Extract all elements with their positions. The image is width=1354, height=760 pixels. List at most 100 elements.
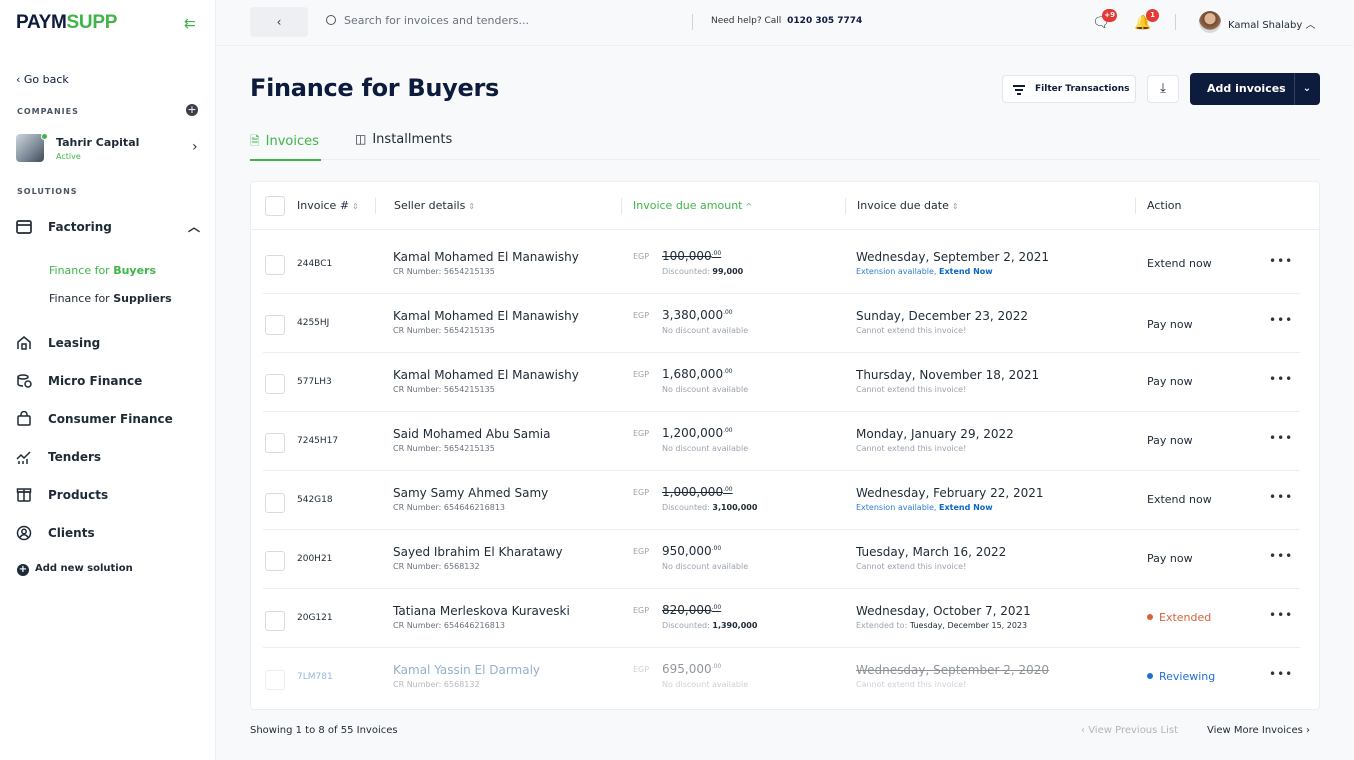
discount-info: No discount available [662, 562, 749, 571]
user-avatar[interactable] [1199, 11, 1221, 33]
row-checkbox[interactable] [265, 611, 285, 631]
nav-item-products[interactable]: Products [16, 485, 206, 507]
column-invoice[interactable]: Invoice # ⇕ [297, 199, 359, 212]
back-button[interactable]: ‹ [250, 7, 308, 37]
nav-label: Products [48, 488, 109, 502]
view-previous-list-link[interactable]: ‹ View Previous List [1081, 725, 1178, 736]
due-note: Cannot extend this invoice! [856, 680, 967, 689]
seller-name: Said Mohamed Abu Samia [393, 427, 551, 441]
row-checkbox[interactable] [265, 315, 285, 335]
table-row[interactable]: 542G18 Samy Samy Ahmed Samy CR Number: 6… [251, 471, 1321, 530]
filter-transactions-button[interactable]: Filter Transactions [1002, 75, 1136, 103]
column-amount[interactable]: Invoice due amount ^ [633, 199, 752, 212]
row-checkbox[interactable] [265, 433, 285, 453]
discount-info: No discount available [662, 444, 749, 453]
online-status-dot [41, 133, 48, 140]
column-seller[interactable]: Seller details ⇕ [394, 199, 475, 212]
nav-item-leasing[interactable]: Leasing [16, 333, 206, 355]
collapse-sidebar-icon[interactable]: ⇇ [184, 16, 196, 32]
search-icon [326, 15, 336, 25]
nav-label: Consumer Finance [48, 412, 173, 426]
user-menu[interactable]: Kamal Shalaby ︿ [1228, 16, 1316, 31]
chevron-right-icon: › [1302, 725, 1311, 736]
row-checkbox[interactable] [265, 493, 285, 513]
extend-now-button[interactable]: Extend now [1147, 493, 1212, 506]
go-back-link[interactable]: ‹ Go back [16, 73, 69, 86]
extend-now-link[interactable]: Extend Now [939, 503, 993, 512]
amount: 820,000.00 [662, 603, 722, 617]
view-more-invoices-link[interactable]: View More Invoices › [1207, 725, 1310, 736]
messages-badge: +9 [1102, 9, 1117, 22]
more-options-icon[interactable]: ••• [1269, 372, 1293, 386]
row-checkbox[interactable] [265, 255, 285, 275]
tab-installments[interactable]: ◫ Installments [355, 132, 452, 147]
company-status: Active [56, 152, 81, 161]
invoice-number: 577LH3 [297, 377, 332, 387]
download-button[interactable]: ⤓ [1147, 75, 1179, 103]
divider [375, 198, 376, 214]
nav-item-clients[interactable]: Clients [16, 523, 206, 545]
help-phone[interactable]: 0120 305 7774 [787, 16, 862, 26]
row-checkbox[interactable] [265, 670, 285, 690]
add-invoices-button[interactable]: Add invoices ⌄ [1190, 73, 1320, 105]
consumer-finance-icon [17, 411, 31, 426]
add-invoices-dropdown-chevron-icon[interactable]: ⌄ [1294, 73, 1320, 105]
seller-name: Tatiana Merleskova Kuraveski [393, 604, 570, 618]
table-row[interactable]: 7LM781 Kamal Yassin El Darmaly CR Number… [251, 648, 1321, 707]
seller-name: Sayed Ibrahim El Kharatawy [393, 545, 563, 559]
table-row[interactable]: 577LH3 Kamal Mohamed El Manawishy CR Num… [251, 353, 1321, 412]
installments-icon: ◫ [355, 132, 367, 146]
extend-now-link[interactable]: Extend Now [939, 267, 993, 276]
extend-now-button[interactable]: Extend now [1147, 257, 1212, 270]
table-row[interactable]: 200H21 Sayed Ibrahim El Kharatawy CR Num… [251, 530, 1321, 589]
invoice-number: 7LM781 [297, 672, 333, 682]
table-row[interactable]: 7245H17 Said Mohamed Abu Samia CR Number… [251, 412, 1321, 471]
nav-item-consumer-finance[interactable]: Consumer Finance [16, 409, 206, 431]
more-options-icon[interactable]: ••• [1269, 313, 1293, 327]
currency: EGP [633, 488, 650, 497]
due-date: Wednesday, September 2, 2021 [856, 250, 1050, 264]
sub-item-finance-suppliers[interactable]: Finance for Suppliers [49, 292, 172, 305]
pay-now-button[interactable]: Pay now [1147, 434, 1193, 447]
app-logo[interactable]: PAYMSUPP [16, 12, 117, 34]
currency: EGP [633, 665, 650, 674]
discount-info: No discount available [662, 385, 749, 394]
pay-now-button[interactable]: Pay now [1147, 552, 1193, 565]
messages-icon[interactable]: 🗨 +9 [1092, 9, 1117, 32]
currency: EGP [633, 429, 650, 438]
column-due-date[interactable]: Invoice due date ⇕ [857, 199, 959, 212]
more-options-icon[interactable]: ••• [1269, 667, 1293, 681]
company-selector[interactable]: Tahrir Capital Active › [16, 133, 206, 164]
amount: 100,000.00 [662, 249, 722, 263]
table-row[interactable]: 20G121 Tatiana Merleskova Kuraveski CR N… [251, 589, 1321, 648]
chevron-up-icon: ︿ [188, 220, 201, 234]
row-checkbox[interactable] [265, 374, 285, 394]
table-row[interactable]: 244BC1 Kamal Mohamed El Manawishy CR Num… [251, 235, 1321, 294]
cr-number: CR Number: 5654215135 [393, 326, 495, 335]
divider [1175, 14, 1176, 30]
more-options-icon[interactable]: ••• [1269, 608, 1293, 622]
nav-item-factoring[interactable]: Factoring ︿ [16, 217, 206, 239]
more-options-icon[interactable]: ••• [1269, 549, 1293, 563]
search-input[interactable]: Search for invoices and tenders... [326, 14, 529, 27]
nav-label: Micro Finance [48, 374, 143, 388]
invoice-number: 200H21 [297, 554, 333, 564]
row-checkbox[interactable] [265, 551, 285, 571]
add-company-icon[interactable]: + [186, 104, 198, 116]
notifications-bell-icon[interactable]: 🔔 1 [1134, 9, 1159, 32]
company-name: Tahrir Capital [56, 136, 140, 149]
more-options-icon[interactable]: ••• [1269, 490, 1293, 504]
sub-item-finance-buyers[interactable]: Finance for Buyers [49, 264, 156, 277]
invoice-number: 4255HJ [297, 318, 330, 328]
add-new-solution-button[interactable]: + Add new solution [17, 563, 133, 576]
table-row[interactable]: 4255HJ Kamal Mohamed El Manawishy CR Num… [251, 294, 1321, 353]
more-options-icon[interactable]: ••• [1269, 431, 1293, 445]
due-date: Wednesday, September 2, 2020 [856, 663, 1050, 677]
nav-item-tenders[interactable]: Tenders [16, 447, 206, 469]
more-options-icon[interactable]: ••• [1269, 254, 1293, 268]
select-all-checkbox[interactable] [265, 196, 285, 216]
tab-invoices[interactable]: 🗎 Invoices [250, 132, 321, 161]
pay-now-button[interactable]: Pay now [1147, 318, 1193, 331]
nav-item-micro-finance[interactable]: Micro Finance [16, 371, 206, 393]
pay-now-button[interactable]: Pay now [1147, 375, 1193, 388]
